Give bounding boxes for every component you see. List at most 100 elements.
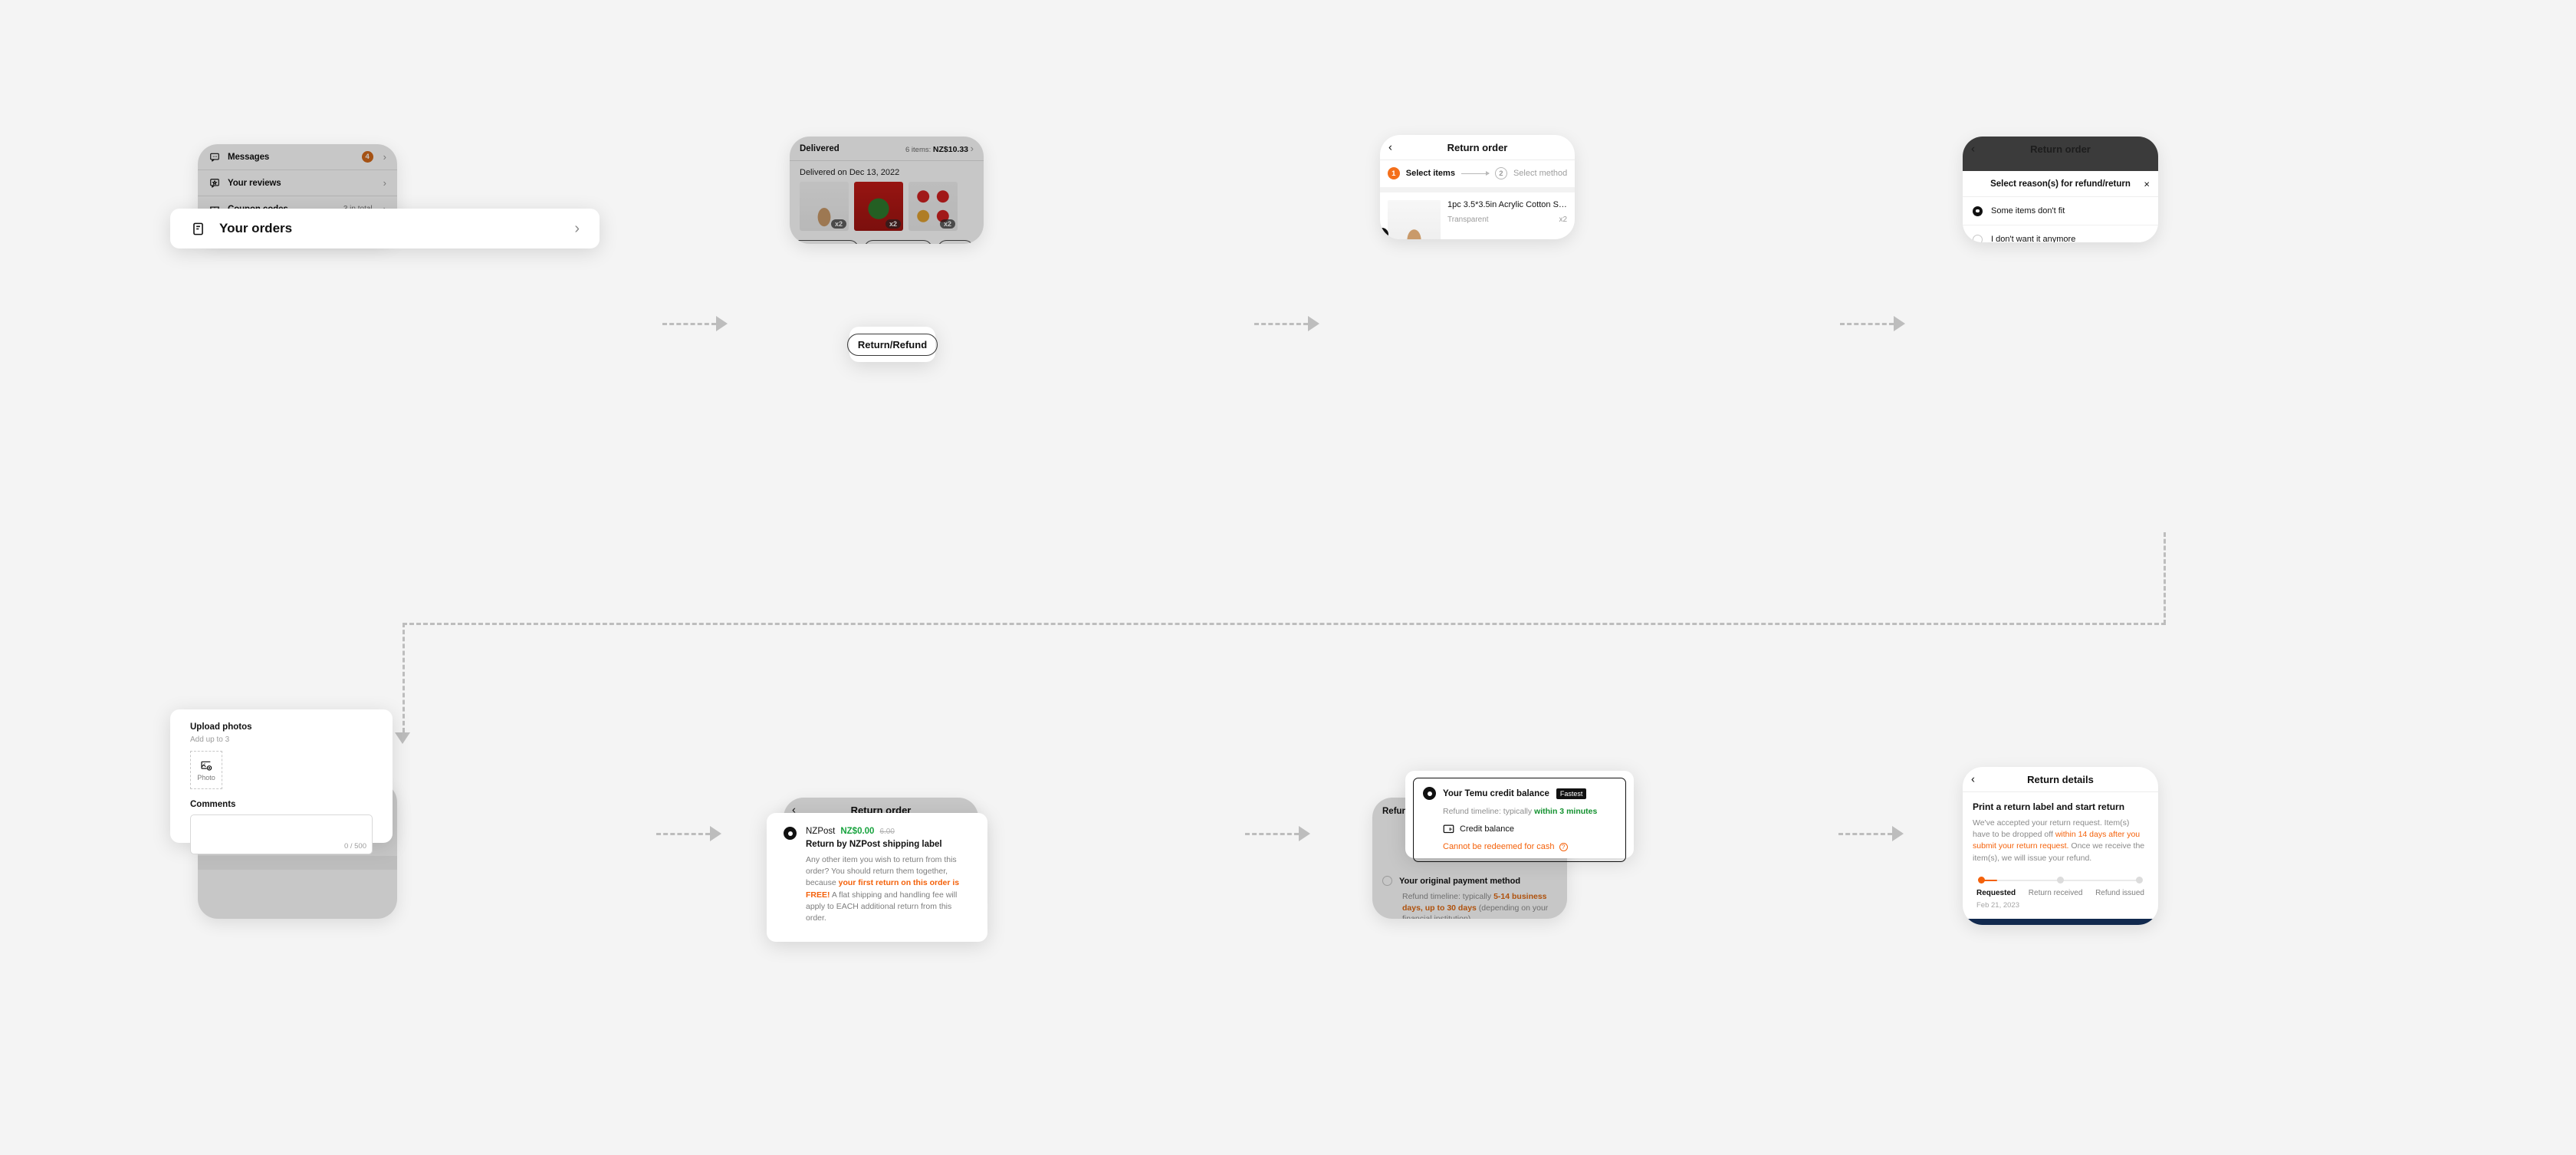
refund-timeline: Refund timeline: typically within 3 minu… (1443, 807, 1616, 816)
leave-review-button[interactable]: Leave a review (864, 240, 933, 244)
chevron-right-icon: › (383, 177, 386, 189)
comments-title: Comments (190, 800, 236, 809)
highlight-return-refund[interactable]: Return/Refund (846, 327, 938, 362)
step-connector-icon (1460, 171, 1490, 176)
highlight-nzpost-option[interactable]: NZPost NZ$0.00 6.00 Return by NZPost shi… (767, 813, 987, 942)
progress-label-refund-issued: Refund issued (2095, 888, 2144, 897)
navbar: ‹ Return details (1963, 767, 2158, 792)
refund-option-credit-card[interactable]: Your Temu credit balance Fastest Refund … (1413, 778, 1626, 862)
return-refund-button[interactable]: Return/Refund (791, 240, 859, 244)
message-badge: 4 (361, 151, 373, 163)
comments-textarea[interactable]: 0 / 500 (190, 814, 373, 854)
highlight-upload-photos: Upload photos Add up to 3 Photo Comments… (170, 709, 393, 854)
item-variant: Transparent (1447, 215, 1489, 224)
page-title: Return order (2030, 143, 2091, 155)
step-2-number: 2 (1494, 167, 1507, 179)
item-quantity: x2 (1559, 215, 1567, 224)
chevron-right-icon: › (383, 151, 386, 163)
progress-dot-requested (1978, 876, 1985, 884)
radio-icon[interactable] (1973, 206, 1983, 216)
product-thumbnail[interactable]: x2 (800, 182, 849, 231)
progress-label-requested: Requested (1976, 888, 2016, 897)
wallet-icon (1443, 824, 1454, 834)
orders-icon (190, 221, 205, 236)
carrier-price-original: 6.00 (879, 828, 895, 836)
highlight-your-orders[interactable]: Your orders › (170, 209, 600, 248)
refund-option-title: Your original payment method (1399, 876, 1521, 886)
highlight-temu-credit-balance[interactable]: Your Temu credit balance Fastest Refund … (1405, 771, 1634, 862)
delivery-date: Delivered on Dec 13, 2022 (800, 168, 900, 177)
item-title: 1pc 3.5*3.5in Acrylic Cotton Swab… (1447, 200, 1567, 209)
carrier-description: Any other item you wish to return from t… (806, 854, 971, 924)
panel-order-list: Delivered 6 items: NZ$10.33 › Delivered … (790, 137, 984, 244)
chevron-right-icon: › (970, 143, 974, 154)
step-indicator: 1 Select items 2 Select method (1380, 160, 1575, 187)
refund-option-title: Your Temu credit balance (1443, 788, 1549, 798)
reason-bottom-sheet: Select reason(s) for refund/return × Som… (1963, 171, 2158, 242)
navbar: ‹ Return order (1963, 137, 2158, 162)
quantity-badge: x2 (830, 219, 846, 229)
sidebar-item-your-reviews[interactable]: Your reviews › (198, 170, 397, 196)
return-progress: Requested Return received Refund issued (1963, 864, 2158, 897)
track-button[interactable]: Track (938, 240, 974, 244)
timeline-highlight: within 3 minutes (1534, 807, 1598, 816)
timeline-pre: Refund timeline: typically (1443, 807, 1535, 816)
step-2-label: Select method (1513, 169, 1568, 178)
step-1-label: Select items (1405, 169, 1455, 178)
sheet-header: Select reason(s) for refund/return × (1963, 171, 2158, 197)
back-icon[interactable]: ‹ (1971, 774, 1975, 785)
sheet-title: Select reason(s) for refund/return (1990, 179, 2131, 189)
step-1-number: 1 (1387, 167, 1400, 179)
page-title: Return order (1447, 141, 1508, 153)
progress-dot-refund-issued (2136, 876, 2143, 884)
order-amount: NZ$10.33 (932, 145, 969, 154)
radio-icon[interactable] (1382, 876, 1392, 886)
radio-icon[interactable] (784, 827, 797, 840)
order-header-delivered[interactable]: Delivered 6 items: NZ$10.33 › (790, 137, 984, 161)
radio-icon[interactable] (1423, 787, 1436, 800)
upload-photos-title: Upload photos (190, 722, 252, 732)
order-status: Delivered (800, 144, 840, 153)
upload-photos-subtitle: Add up to 3 (190, 735, 230, 744)
flow-diagram: Messages 4 › Your reviews › Coupon codes (0, 0, 2576, 1155)
return-refund-button-highlight[interactable]: Return/Refund (846, 333, 938, 356)
add-photo-label: Photo (197, 773, 215, 782)
nzpost-instructions-bar[interactable]: Your NZPost return instructions P NZPost (1963, 918, 2158, 925)
add-photo-button[interactable]: Photo (190, 751, 222, 789)
back-icon[interactable]: ‹ (1971, 143, 1975, 155)
help-icon[interactable]: ? (1559, 842, 1568, 851)
order-item-count: 6 items: (905, 146, 932, 154)
reason-option[interactable]: I don't want it anymore (1963, 225, 2158, 242)
radio-icon[interactable] (1973, 234, 1983, 242)
navbar: ‹ Return order (1380, 135, 1575, 160)
dim-backdrop (1963, 162, 2158, 171)
return-details-heading: Print a return label and start return (1973, 801, 2125, 812)
order-total: 6 items: NZ$10.33 › (905, 143, 974, 154)
fastest-badge: Fastest (1556, 788, 1587, 799)
product-thumbnail[interactable]: x2 (909, 182, 958, 231)
review-icon (209, 177, 220, 189)
character-counter: 0 / 500 (343, 842, 366, 851)
quantity-badge: x2 (939, 219, 955, 229)
chevron-right-icon: › (574, 219, 580, 237)
no-cash-text: Cannot be redeemed for cash (1443, 842, 1555, 851)
progress-date: Feb 21, 2023 (1976, 900, 2019, 910)
no-cash-notice: Cannot be redeemed for cash ? (1443, 842, 1616, 851)
reason-option[interactable]: Some items don't fit (1963, 197, 2158, 225)
page-title: Return details (2027, 773, 2094, 785)
refund-option-original[interactable]: Your original payment method Refund time… (1372, 876, 1567, 919)
item-image (1388, 200, 1441, 239)
section-divider (1380, 187, 1575, 192)
sidebar-item-messages[interactable]: Messages 4 › (198, 144, 397, 170)
progress-label-return-received: Return received (2028, 888, 2083, 897)
back-icon[interactable]: ‹ (1388, 142, 1392, 153)
timeline-pre: Refund timeline: typically (1402, 892, 1494, 901)
quantity-badge: x2 (885, 219, 901, 229)
product-thumbnail[interactable]: x2 (854, 182, 903, 231)
credit-balance-label: Credit balance (1460, 824, 1514, 834)
carrier-name: NZPost (806, 827, 836, 836)
credit-balance-row: Credit balance (1443, 824, 1616, 834)
return-item-row: ✓ 1pc 3.5*3.5in Acrylic Cotton Swab… Tra… (1380, 192, 1575, 239)
close-icon[interactable]: × (2144, 179, 2150, 189)
order-thumbnails: x2 x2 x2 (790, 182, 984, 231)
